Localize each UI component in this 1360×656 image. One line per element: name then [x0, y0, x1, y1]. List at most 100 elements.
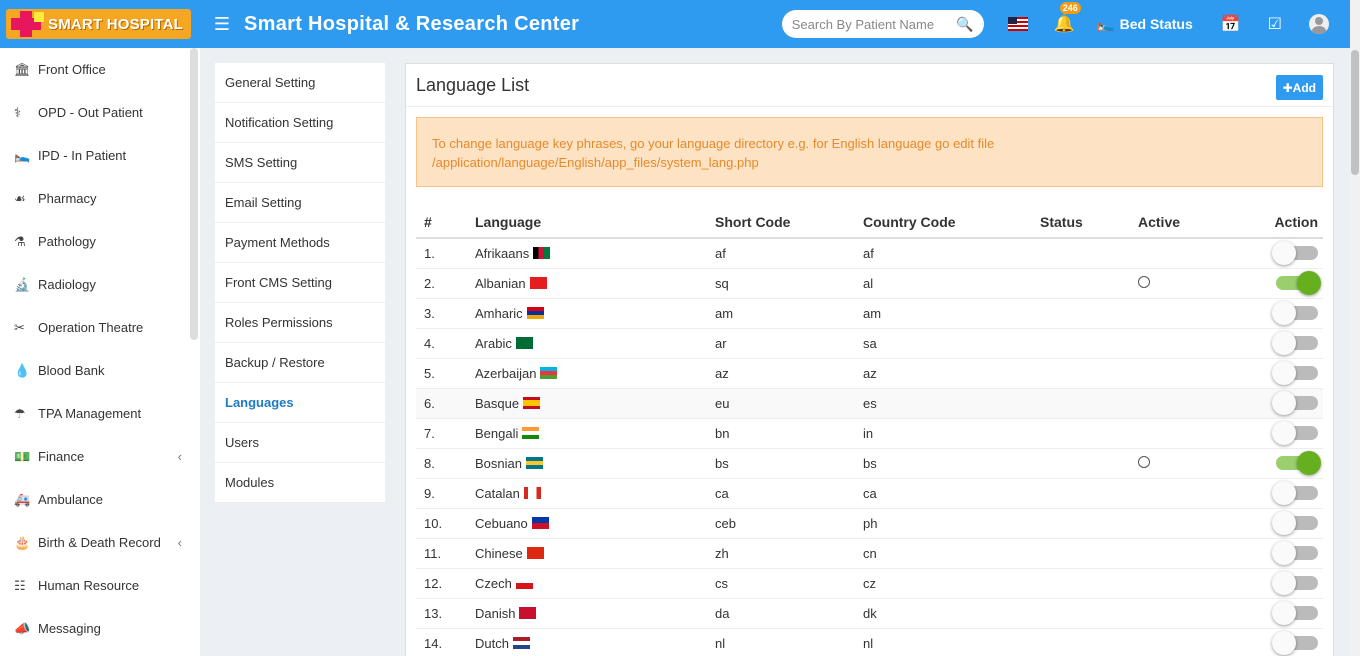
- af-flag-icon: [533, 247, 551, 260]
- sidebar-item-pharmacy[interactable]: ☙ Pharmacy: [0, 177, 200, 220]
- menu-item-roles-permissions[interactable]: Roles Permissions: [215, 303, 385, 343]
- enable-toggle[interactable]: [1272, 571, 1318, 595]
- info-alert: To change language key phrases, go your …: [416, 117, 1323, 187]
- menu-item-users[interactable]: Users: [215, 423, 385, 463]
- enable-toggle[interactable]: [1272, 361, 1318, 385]
- enable-toggle[interactable]: [1272, 481, 1318, 505]
- sidebar-scrollbar[interactable]: [190, 48, 198, 340]
- sa-flag-icon: [515, 337, 533, 349]
- language-cell: Amharic: [467, 297, 707, 328]
- sidebar-item-blood-bank[interactable]: 💧 Blood Bank: [0, 349, 200, 392]
- sidebar-item-messaging[interactable]: 📣 Messaging: [0, 607, 200, 650]
- am-flag-icon: [526, 307, 544, 319]
- user-avatar[interactable]: [1309, 14, 1329, 34]
- logo-text: SMART HOSPITAL: [48, 15, 184, 33]
- enable-toggle[interactable]: [1272, 541, 1318, 565]
- active-cell: [1130, 297, 1230, 328]
- action-cell: [1230, 447, 1323, 478]
- short-code: am: [707, 297, 855, 328]
- calendar-icon[interactable]: 📅: [1221, 14, 1241, 34]
- language-cell: Bosnian: [467, 447, 707, 478]
- enable-toggle[interactable]: [1272, 331, 1318, 355]
- enable-toggle[interactable]: [1272, 301, 1318, 325]
- hamburger-menu-icon[interactable]: ☰: [200, 14, 244, 35]
- status-cell: [1032, 477, 1130, 508]
- sidebar-item-front-office[interactable]: 🏛 Front Office: [0, 48, 200, 91]
- enable-toggle[interactable]: [1272, 421, 1318, 445]
- menu-item-languages[interactable]: Languages: [215, 383, 385, 423]
- short-code: bn: [707, 417, 855, 448]
- sidebar-item-ipd[interactable]: 🛌 IPD - In Patient: [0, 134, 200, 177]
- language-name: Basque: [475, 395, 520, 411]
- enable-toggle[interactable]: [1272, 511, 1318, 535]
- table-row: 8. Bosnian bs bs: [416, 447, 1323, 478]
- task-checkbox-icon[interactable]: ☑: [1268, 14, 1282, 34]
- action-cell: [1230, 597, 1323, 628]
- sidebar-item-tpa-management[interactable]: ☂ TPA Management: [0, 392, 200, 435]
- language-cell: Afrikaans: [467, 237, 707, 268]
- menu-item-front-cms-setting[interactable]: Front CMS Setting: [215, 263, 385, 303]
- menu-item-modules[interactable]: Modules: [215, 463, 385, 503]
- search-input[interactable]: [791, 16, 957, 32]
- menu-item-sms-setting[interactable]: SMS Setting: [215, 143, 385, 183]
- page-scrollbar[interactable]: [1350, 0, 1360, 656]
- search-icon[interactable]: 🔍: [956, 16, 973, 33]
- logo[interactable]: SMART HOSPITAL: [0, 0, 200, 48]
- page-scrollbar-thumb[interactable]: [1351, 50, 1359, 175]
- row-number: 13.: [416, 597, 467, 628]
- toggle-knob: [1272, 601, 1296, 625]
- enable-toggle[interactable]: [1276, 271, 1321, 295]
- active-cell: [1130, 537, 1230, 568]
- active-cell: [1130, 237, 1230, 268]
- ph-flag-icon: [531, 517, 549, 529]
- enable-toggle[interactable]: [1272, 601, 1318, 625]
- active-radio[interactable]: [1138, 455, 1150, 468]
- bell-icon: 🔔: [1053, 14, 1075, 33]
- enable-toggle[interactable]: [1272, 631, 1318, 656]
- alert-text-line2: /application/language/English/app_files/…: [432, 155, 759, 170]
- enable-toggle[interactable]: [1276, 451, 1321, 475]
- bed-icon: 🛌: [1096, 16, 1116, 33]
- us-flag-icon[interactable]: [1007, 17, 1028, 31]
- table-row: 5. Azerbaijan az az: [416, 357, 1323, 388]
- country-code: sa: [855, 327, 1032, 358]
- blood-drop-icon: 💧: [14, 362, 31, 378]
- notification-bell[interactable]: 🔔 246: [1053, 2, 1081, 34]
- action-cell: [1230, 237, 1323, 268]
- short-code: ceb: [707, 507, 855, 538]
- menu-item-payment-methods[interactable]: Payment Methods: [215, 223, 385, 263]
- alert-text-line1: To change language key phrases, go your …: [432, 136, 995, 151]
- add-language-button[interactable]: ✚ Add: [1275, 75, 1323, 100]
- status-cell: [1032, 567, 1130, 598]
- enable-toggle[interactable]: [1272, 241, 1318, 266]
- active-radio[interactable]: [1138, 275, 1150, 288]
- toggle-knob: [1272, 481, 1296, 505]
- menu-item-backup-restore[interactable]: Backup / Restore: [215, 343, 385, 383]
- bed-status-button[interactable]: 🛌 Bed Status: [1097, 15, 1193, 33]
- flask-icon: ⚗: [14, 233, 26, 249]
- menu-item-email-setting[interactable]: Email Setting: [215, 183, 385, 223]
- table-row: 14. Dutch nl nl: [416, 627, 1323, 656]
- scissors-icon: ✂: [14, 319, 25, 335]
- mortar-pestle-icon: ☙: [14, 190, 26, 206]
- sidebar-item-pathology[interactable]: ⚗ Pathology: [0, 220, 200, 263]
- money-icon: 💵: [14, 448, 31, 464]
- sidebar-item-opd[interactable]: ⚕ OPD - Out Patient: [0, 91, 200, 134]
- sidebar-item-finance[interactable]: 💵 Finance ‹: [0, 435, 200, 478]
- language-name: Czech: [475, 575, 512, 591]
- sidebar-item-operation-theatre[interactable]: ✂ Operation Theatre: [0, 306, 200, 349]
- short-code: eu: [707, 387, 855, 418]
- menu-item-notification-setting[interactable]: Notification Setting: [215, 103, 385, 143]
- short-code: cs: [707, 567, 855, 598]
- status-cell: [1032, 417, 1130, 448]
- sidebar-item-birth-death-record[interactable]: 🎂 Birth & Death Record ‹: [0, 521, 200, 564]
- menu-item-general-setting[interactable]: General Setting: [215, 63, 385, 103]
- active-cell: [1130, 267, 1230, 298]
- row-number: 7.: [416, 417, 467, 448]
- sidebar-item-radiology[interactable]: 🔬 Radiology: [0, 263, 200, 306]
- sidebar: 🏛 Front Office ⚕ OPD - Out Patient 🛌 IPD - …: [0, 48, 200, 656]
- sidebar-item-ambulance[interactable]: 🚑 Ambulance: [0, 478, 200, 521]
- sidebar-item-human-resource[interactable]: ☷ Human Resource: [0, 564, 200, 607]
- enable-toggle[interactable]: [1272, 391, 1318, 415]
- country-code: ca: [855, 477, 1032, 508]
